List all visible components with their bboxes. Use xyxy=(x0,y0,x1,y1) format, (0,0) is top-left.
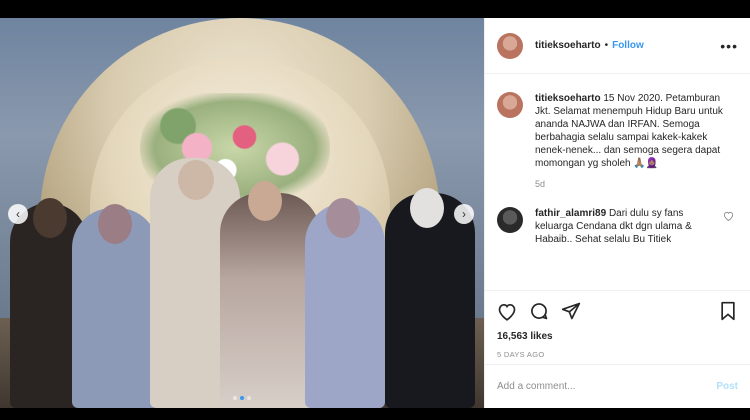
caption-block: titieksoeharto 15 Nov 2020. Petamburan J… xyxy=(497,92,738,191)
carousel-prev-button[interactable]: ‹ xyxy=(8,204,28,224)
carousel-dots xyxy=(0,396,484,400)
posted-time[interactable]: 5 DAYS AGO xyxy=(497,350,738,359)
follow-button[interactable]: Follow xyxy=(612,40,644,51)
author-username[interactable]: titieksoeharto xyxy=(535,40,601,51)
guest-head xyxy=(326,198,360,238)
caption-time[interactable]: 5d xyxy=(535,178,738,191)
comment-body: fathir_alamri89 Dari dulu sy fans keluar… xyxy=(535,207,738,246)
author-avatar[interactable] xyxy=(497,32,523,59)
bride-head xyxy=(248,181,282,221)
actions-panel: 16,563 likes 5 DAYS AGO xyxy=(485,290,750,364)
header-separator: • xyxy=(604,40,609,51)
caption-avatar[interactable] xyxy=(497,92,523,118)
guest-head xyxy=(98,204,132,244)
bookmark-icon[interactable] xyxy=(718,301,738,321)
commenter-username[interactable]: fathir_alamri89 xyxy=(535,208,606,219)
post-photo[interactable]: ‹ › xyxy=(0,18,484,408)
caption-username[interactable]: titieksoeharto xyxy=(535,93,601,104)
more-dots-icon[interactable]: ••• xyxy=(720,38,738,54)
guest-head xyxy=(410,188,444,228)
post-comment-button[interactable]: Post xyxy=(716,381,738,392)
commenter-avatar[interactable] xyxy=(497,207,523,233)
carousel-dot xyxy=(247,396,251,400)
comment-input[interactable] xyxy=(497,381,717,392)
groom-head xyxy=(178,160,214,200)
heart-small-icon[interactable] xyxy=(723,211,734,224)
likes-count[interactable]: 16,563 likes xyxy=(497,331,738,342)
instagram-post-frame: ‹ › titieksoeharto • Follow ••• titiekso… xyxy=(0,18,750,408)
carousel-dot-active xyxy=(240,396,244,400)
guest-head xyxy=(33,198,67,238)
heart-icon[interactable] xyxy=(497,301,517,321)
caption-body: titieksoeharto 15 Nov 2020. Petamburan J… xyxy=(535,92,738,191)
caption-text: 15 Nov 2020. Petamburan Jkt. Selamat men… xyxy=(535,93,723,169)
comments-section: titieksoeharto 15 Nov 2020. Petamburan J… xyxy=(485,74,750,290)
share-icon[interactable] xyxy=(561,301,581,321)
comment-icon[interactable] xyxy=(529,301,549,321)
add-comment-bar: Post xyxy=(485,364,750,408)
carousel-next-button[interactable]: › xyxy=(454,204,474,224)
carousel-dot xyxy=(233,396,237,400)
post-sidebar: titieksoeharto • Follow ••• titieksoehar… xyxy=(484,18,750,408)
comment-item: fathir_alamri89 Dari dulu sy fans keluar… xyxy=(497,207,738,246)
post-header: titieksoeharto • Follow ••• xyxy=(485,18,750,74)
action-bar xyxy=(497,299,738,323)
